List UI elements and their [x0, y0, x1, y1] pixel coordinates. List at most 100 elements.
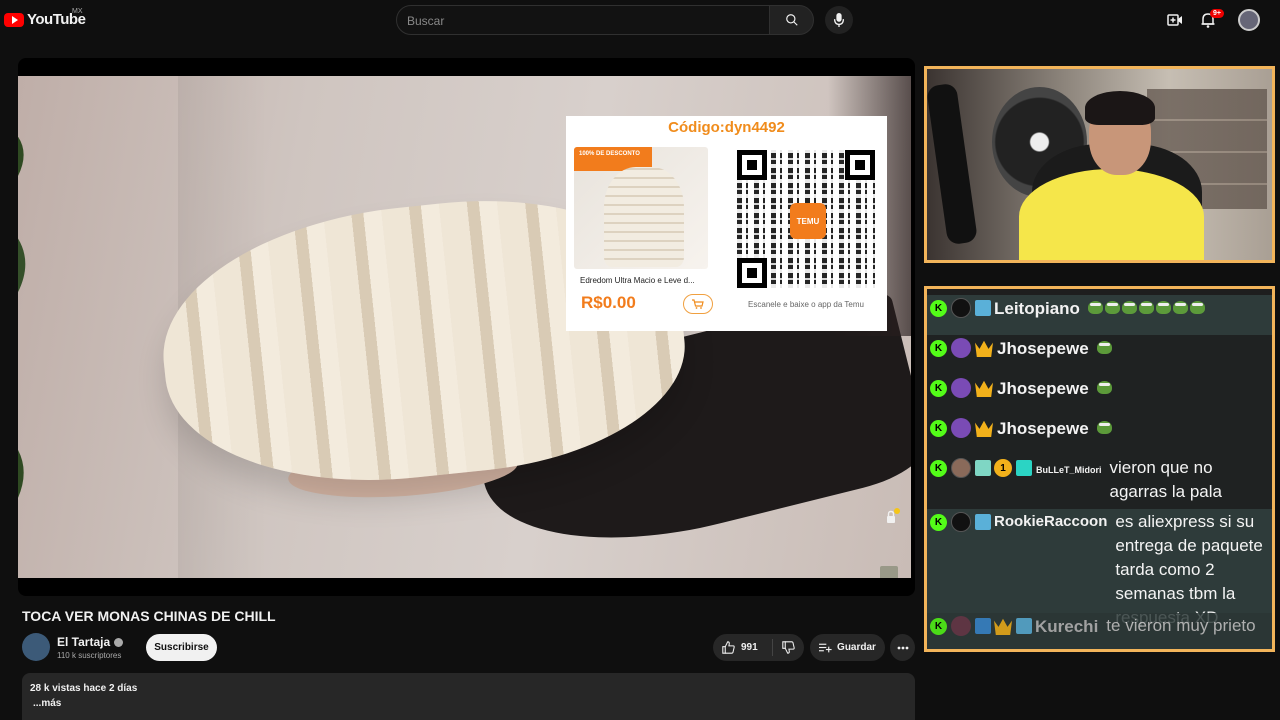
corner-avatar	[880, 566, 898, 578]
video-title: TOCA VER MONAS CHINAS DE CHILL	[22, 608, 276, 624]
save-button[interactable]: Guardar	[810, 634, 885, 661]
top-bar: YouTube MX Buscar 9+	[0, 0, 1280, 40]
chat-message-text: es aliexpress si su entrega de paquete t…	[1115, 512, 1263, 627]
crown-icon	[975, 340, 993, 357]
crown-icon	[975, 380, 993, 397]
qr-code: TEMU	[734, 147, 879, 292]
create-video-icon[interactable]	[1167, 12, 1183, 28]
chat-username: RookieRaccoon	[994, 513, 1108, 530]
qr-finder-top-right	[845, 150, 875, 180]
dislike-button[interactable]	[773, 641, 804, 654]
tool-badge-icon	[975, 618, 991, 634]
description-box[interactable]: 28 k vistas hace 2 días ...más	[22, 673, 915, 720]
pepe-emotes	[1096, 341, 1114, 354]
chat-message: K RookieRaccoon es aliexpress si su entr…	[927, 509, 1272, 627]
chat-message-text: vieron que no agarras la pala	[1109, 458, 1222, 501]
promo-code: Código:dyn4492	[668, 119, 785, 136]
chat-message-text: te vieron muy prieto	[1106, 616, 1256, 635]
search-input[interactable]: Buscar	[396, 5, 770, 35]
youtube-logo[interactable]: YouTube MX	[4, 8, 86, 28]
chat-message: K 1 BuLLeT_Midori vieron que no agarras …	[927, 455, 1272, 509]
account-avatar[interactable]	[1238, 9, 1260, 31]
pepe-emotes	[1096, 421, 1114, 434]
chat-username: Kurechi	[1035, 617, 1099, 636]
promo-scan-text: Escanele e baixe o app da Temu	[748, 300, 864, 309]
kick-icon: K	[930, 380, 947, 397]
promo-price: R$0.00	[581, 293, 636, 312]
pepe-emote-icon	[1096, 381, 1112, 394]
sub-badge-icon	[975, 514, 991, 530]
pepe-emotes	[1096, 381, 1114, 394]
youtube-play-icon	[4, 12, 24, 27]
subscribe-button[interactable]: Suscribirse	[146, 634, 217, 661]
temu-promo-overlay[interactable]: Código:dyn4492 100% DE DESCONTO Edredom …	[566, 116, 887, 331]
pepe-emote-icon	[1087, 301, 1103, 314]
logo-region: MX	[72, 8, 83, 15]
live-chat-overlay: K Leitopiano K Jhosepewe K Jhosepewe K J…	[924, 286, 1275, 652]
chat-username: Jhosepewe	[997, 339, 1089, 358]
thumbs-up-icon	[722, 641, 735, 654]
cart-icon	[692, 299, 704, 309]
kick-icon: K	[930, 514, 947, 531]
crown-icon	[975, 420, 993, 437]
channel-avatar[interactable]	[22, 633, 50, 661]
kick-icon: K	[930, 300, 947, 317]
qr-finder-top-left	[737, 150, 767, 180]
temu-logo: TEMU	[790, 203, 826, 239]
views-and-date: 28 k vistas hace 2 días	[30, 683, 138, 694]
playlist-add-icon	[819, 643, 832, 653]
crown-icon	[994, 618, 1012, 635]
user-avatar-icon	[951, 512, 971, 532]
thumbs-down-icon	[782, 641, 795, 654]
show-more-link[interactable]: ...más	[33, 698, 907, 709]
chat-message: K Jhosepewe	[927, 375, 1272, 415]
kick-icon: K	[930, 420, 947, 437]
chat-username: BuLLeT_Midori	[1036, 465, 1102, 475]
chat-username: Jhosepewe	[997, 419, 1089, 438]
video-frame[interactable]: Código:dyn4492 100% DE DESCONTO Edredom …	[18, 76, 911, 578]
pepe-emote-icon	[1155, 301, 1171, 314]
voice-search-button[interactable]	[825, 6, 853, 34]
kick-icon: K	[930, 460, 947, 477]
add-to-cart-button[interactable]	[683, 294, 713, 314]
pepe-emote-icon	[1172, 301, 1188, 314]
save-label: Guardar	[837, 642, 876, 653]
chat-message: K Jhosepewe	[927, 335, 1272, 375]
sub-badge-icon	[951, 418, 971, 438]
like-dislike-group: 991	[713, 634, 804, 661]
chat-username: Jhosepewe	[997, 379, 1089, 398]
more-actions-button[interactable]	[890, 634, 915, 661]
pepe-emote-icon	[1189, 301, 1205, 314]
channel-name[interactable]: El Tartaja	[57, 635, 110, 649]
pepe-emote-icon	[1096, 341, 1112, 354]
pepe-emote-icon	[1138, 301, 1154, 314]
chat-message: K Leitopiano	[927, 295, 1272, 335]
notifications-badge: 9+	[1210, 9, 1224, 18]
verified-icon	[114, 637, 124, 647]
channel-name-row[interactable]: El Tartaja	[57, 635, 124, 649]
microphone-icon	[833, 13, 845, 27]
sub-badge-icon	[975, 460, 991, 476]
video-player[interactable]: Código:dyn4492 100% DE DESCONTO Edredom …	[18, 58, 915, 596]
search-icon	[785, 14, 798, 26]
pepe-emote-icon	[1096, 421, 1112, 434]
sub-badge-icon	[975, 300, 991, 316]
promo-product-image[interactable]: 100% DE DESCONTO	[574, 147, 708, 269]
streamer-webcam	[924, 66, 1275, 263]
lock-alert-badge	[894, 508, 900, 514]
kick-icon: K	[930, 340, 947, 357]
search-button[interactable]	[769, 5, 814, 35]
sub-badge-icon	[951, 616, 971, 636]
sub-badge-icon	[1016, 618, 1032, 634]
promo-product-name: Edredom Ultra Macio e Leve d...	[580, 276, 695, 285]
sub-badge-icon	[951, 338, 971, 358]
kick-icon: K	[930, 618, 947, 635]
user-avatar-icon	[951, 458, 971, 478]
blanket-coat-image	[604, 167, 684, 267]
webcam-person-shirt	[1019, 169, 1204, 260]
chat-message: K Jhosepewe	[927, 415, 1272, 455]
user-avatar-icon	[951, 298, 971, 318]
qr-finder-bottom-left	[737, 258, 767, 288]
pepe-emote-icon	[1104, 301, 1120, 314]
like-button[interactable]: 991	[713, 639, 773, 656]
